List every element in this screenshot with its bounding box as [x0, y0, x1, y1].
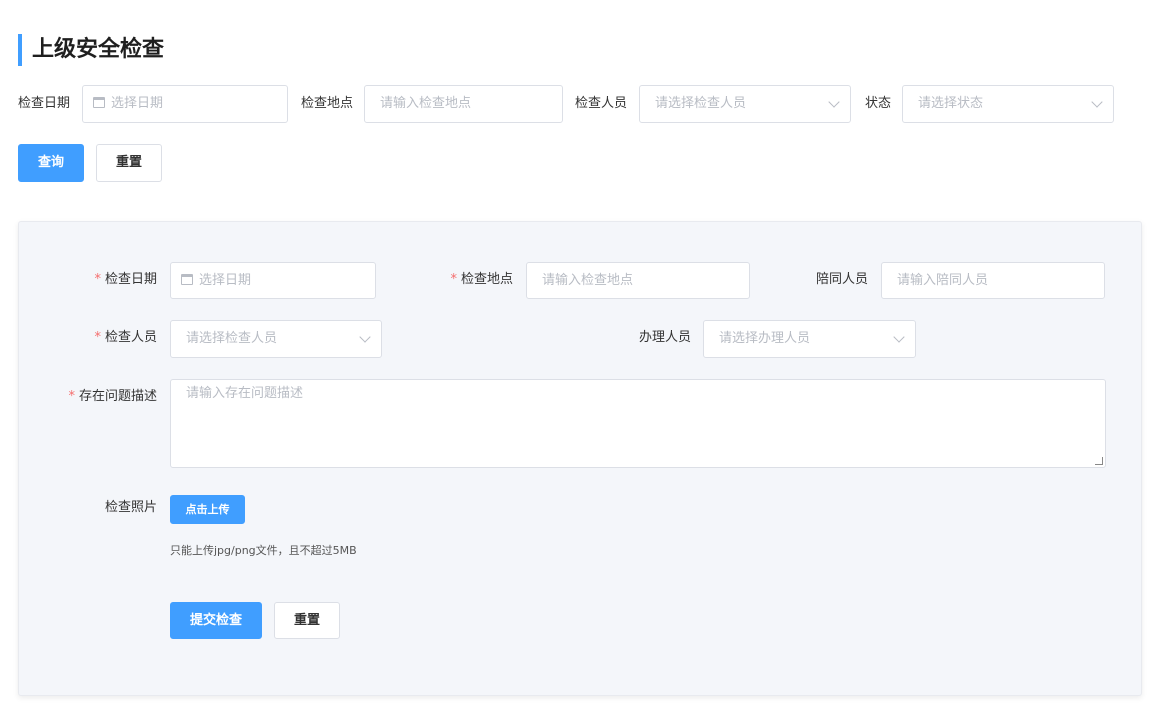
upload-button[interactable]: 点击上传	[170, 495, 245, 524]
resize-handle-icon[interactable]	[1095, 457, 1103, 465]
form-handler-placeholder: 请选择办理人员	[719, 331, 811, 346]
filter-reset-button[interactable]: 重置	[96, 144, 162, 182]
form-location-label: * 检查地点	[450, 272, 513, 287]
form-location-placeholder: 请输入检查地点	[542, 273, 634, 288]
form-handler-select[interactable]: 请选择办理人员	[703, 320, 916, 358]
form-inspector-select[interactable]: 请选择检查人员	[170, 320, 382, 358]
form-inspector-label: * 检查人员	[94, 330, 157, 345]
required-mark: *	[68, 389, 75, 404]
required-mark: *	[94, 272, 101, 287]
filter-inspector-placeholder: 请选择检查人员	[655, 96, 747, 111]
form-companion-input[interactable]: 请输入陪同人员	[881, 262, 1105, 299]
filter-location-label: 检查地点	[301, 96, 354, 111]
calendar-icon	[181, 274, 193, 285]
filter-date-picker[interactable]: 选择日期	[82, 85, 288, 123]
form-problem-placeholder: 请输入存在问题描述	[186, 386, 304, 401]
calendar-icon	[93, 97, 105, 108]
form-problem-textarea[interactable]: 请输入存在问题描述	[170, 379, 1106, 468]
filter-date-placeholder: 选择日期	[111, 96, 164, 111]
filter-status-select[interactable]: 请选择状态	[902, 85, 1114, 123]
form-date-label: * 检查日期	[94, 272, 157, 287]
filter-date-label: 检查日期	[18, 96, 71, 111]
chevron-down-icon	[1091, 96, 1103, 108]
form-reset-button[interactable]: 重置	[274, 602, 340, 639]
filter-location-placeholder: 请输入检查地点	[380, 96, 472, 111]
filter-location-input[interactable]: 请输入检查地点	[364, 85, 563, 123]
query-button[interactable]: 查询	[18, 144, 84, 182]
filter-inspector-select[interactable]: 请选择检查人员	[639, 85, 851, 123]
form-date-picker[interactable]: 选择日期	[170, 262, 376, 299]
form-companion-label: 陪同人员	[815, 272, 868, 287]
required-mark: *	[450, 272, 457, 287]
filter-inspector-label: 检查人员	[575, 96, 628, 111]
form-companion-placeholder: 请输入陪同人员	[897, 273, 989, 288]
form-handler-label: 办理人员	[638, 330, 691, 345]
form-problem-label: * 存在问题描述	[68, 389, 157, 404]
submit-inspection-button[interactable]: 提交检查	[170, 602, 262, 639]
filter-status-placeholder: 请选择状态	[918, 96, 984, 111]
chevron-down-icon	[828, 96, 840, 108]
form-date-placeholder: 选择日期	[199, 273, 252, 288]
form-location-input[interactable]: 请输入检查地点	[526, 262, 750, 299]
inspection-form-panel: * 检查日期 选择日期 * 检查地点 请输入检查地点 陪同人员 请输入陪同人员 * 检…	[18, 221, 1142, 696]
upload-tip: 只能上传jpg/png文件，且不超过5MB	[170, 544, 357, 557]
chevron-down-icon	[359, 331, 371, 343]
form-photo-label: 检查照片	[104, 500, 157, 515]
chevron-down-icon	[893, 331, 905, 343]
filter-status-label: 状态	[865, 96, 892, 111]
form-inspector-placeholder: 请选择检查人员	[186, 331, 278, 346]
page-title: 上级安全检查	[18, 34, 164, 66]
required-mark: *	[94, 330, 101, 345]
